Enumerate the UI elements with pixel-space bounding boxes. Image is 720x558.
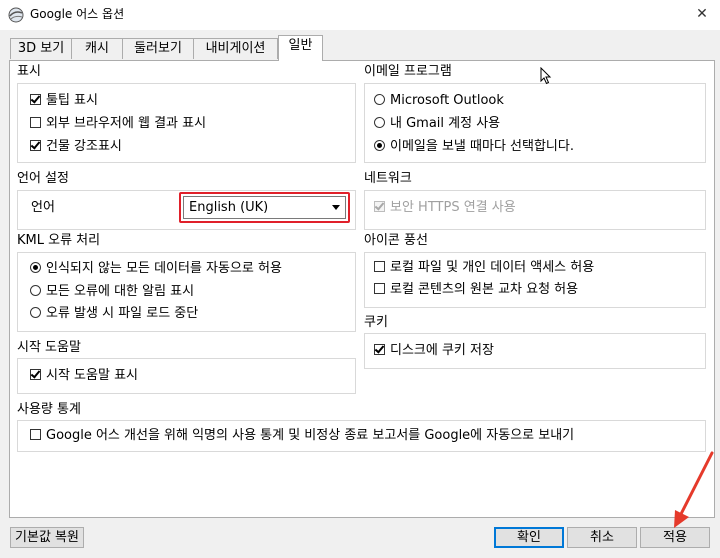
radio-icon [30, 262, 41, 273]
radio-icon [30, 285, 41, 296]
startup-section-title: 시작 도움말 [17, 340, 81, 355]
checkbox-label: 로컬 콘텐츠의 원본 교차 요청 허용 [390, 282, 579, 297]
checkbox-icon [30, 94, 41, 105]
checkbox-label: 디스크에 쿠키 저장 [390, 343, 494, 358]
ok-button[interactable]: 확인 [494, 527, 564, 548]
checkbox-label: 건물 강조표시 [46, 139, 122, 154]
cancel-button[interactable]: 취소 [567, 527, 637, 548]
window-title: Google 어스 옵션 [30, 7, 125, 21]
kml-show-errors-radio[interactable]: 모든 오류에 대한 알림 표시 [30, 284, 194, 300]
checkbox-label: 보안 HTTPS 연결 사용 [390, 200, 516, 215]
chevron-down-icon [332, 205, 340, 210]
close-button[interactable]: ✕ [690, 4, 714, 24]
tooltip-checkbox[interactable]: 툴팁 표시 [30, 93, 98, 109]
email-outlook-radio[interactable]: Microsoft Outlook [374, 93, 504, 109]
checkbox-icon [374, 344, 385, 355]
google-earth-icon [8, 7, 24, 23]
network-section-title: 네트워크 [364, 171, 412, 186]
tab-tour[interactable]: 둘러보기 [122, 38, 194, 59]
email-ask-radio[interactable]: 이메일을 보낼 때마다 선택합니다. [374, 139, 574, 155]
radio-icon [374, 140, 385, 151]
checkbox-label: Google 어스 개선을 위해 익명의 사용 통계 및 비정상 종료 보고서를… [46, 428, 575, 443]
checkbox-label: 툴팁 표시 [46, 93, 98, 108]
title-bar: Google 어스 옵션 ✕ [0, 0, 720, 30]
annotation-arrow-icon [674, 451, 714, 528]
radio-label: 내 Gmail 계정 사용 [390, 116, 501, 131]
language-label: 언어 [31, 200, 55, 215]
radio-label: 오류 발생 시 파일 로드 중단 [46, 306, 199, 321]
icon-balloon-section-title: 아이콘 풍선 [364, 233, 428, 248]
checkbox-icon [30, 117, 41, 128]
cookies-section-title: 쿠키 [364, 315, 388, 330]
checkbox-icon [374, 261, 385, 272]
checkbox-icon [30, 429, 41, 440]
usage-stats-checkbox[interactable]: Google 어스 개선을 위해 익명의 사용 통계 및 비정상 종료 보고서를… [30, 428, 574, 444]
tab-navigation[interactable]: 내비게이션 [193, 38, 278, 59]
local-file-access-checkbox[interactable]: 로컬 파일 및 개인 데이터 액세스 허용 [374, 260, 594, 276]
mouse-cursor-icon [540, 67, 552, 85]
external-browser-checkbox[interactable]: 외부 브라우저에 웹 결과 표시 [30, 116, 206, 132]
email-gmail-radio[interactable]: 내 Gmail 계정 사용 [374, 116, 500, 132]
apply-button[interactable]: 적용 [640, 527, 710, 548]
email-section-title: 이메일 프로그램 [364, 64, 452, 79]
tab-general[interactable]: 일반 [278, 35, 323, 61]
radio-label: 모든 오류에 대한 알림 표시 [46, 284, 195, 299]
checkbox-label: 시작 도움말 표시 [46, 368, 138, 383]
checkbox-label: 외부 브라우저에 웹 결과 표시 [46, 116, 207, 131]
close-icon: ✕ [696, 6, 708, 22]
usage-section-title: 사용량 통계 [17, 402, 81, 417]
checkbox-icon [374, 201, 385, 212]
kml-allow-all-radio[interactable]: 인식되지 않는 모든 데이터를 자동으로 허용 [30, 261, 282, 277]
checkbox-icon [374, 283, 385, 294]
tab-cache[interactable]: 캐시 [71, 38, 123, 59]
radio-label: 인식되지 않는 모든 데이터를 자동으로 허용 [46, 261, 282, 276]
radio-label: Microsoft Outlook [390, 93, 504, 108]
https-checkbox[interactable]: 보안 HTTPS 연결 사용 [374, 200, 516, 216]
tab-3d-view[interactable]: 3D 보기 [10, 38, 72, 59]
radio-icon [374, 94, 385, 105]
kml-stop-load-radio[interactable]: 오류 발생 시 파일 로드 중단 [30, 306, 198, 322]
kml-section-title: KML 오류 처리 [17, 233, 101, 248]
radio-icon [30, 307, 41, 318]
language-select-value: English (UK) [189, 200, 269, 215]
checkbox-icon [30, 140, 41, 151]
startup-tips-checkbox[interactable]: 시작 도움말 표시 [30, 368, 138, 384]
radio-icon [374, 117, 385, 128]
building-highlight-checkbox[interactable]: 건물 강조표시 [30, 139, 122, 155]
cross-origin-checkbox[interactable]: 로컬 콘텐츠의 원본 교차 요청 허용 [374, 282, 578, 298]
checkbox-label: 로컬 파일 및 개인 데이터 액세스 허용 [390, 260, 595, 275]
radio-label: 이메일을 보낼 때마다 선택합니다. [390, 139, 574, 154]
language-select[interactable]: English (UK) [183, 196, 346, 219]
language-section-title: 언어 설정 [17, 171, 69, 186]
restore-defaults-button[interactable]: 기본값 복원 [10, 527, 84, 548]
checkbox-icon [30, 369, 41, 380]
save-cookies-checkbox[interactable]: 디스크에 쿠키 저장 [374, 343, 494, 359]
display-section-title: 표시 [17, 64, 41, 79]
